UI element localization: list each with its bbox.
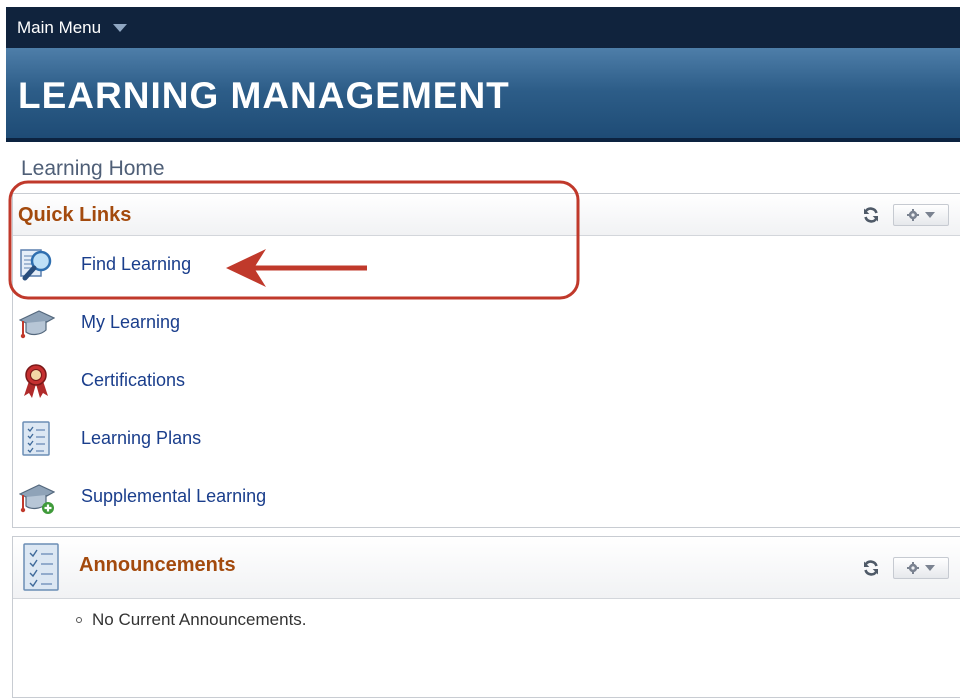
chevron-down-icon [925,564,935,571]
announcement-text: No Current Announcements. [92,610,307,629]
app-title: LEARNING MANAGEMENT [18,75,510,116]
announcements-title: Announcements [79,554,236,576]
bullet-icon [76,617,82,623]
quick-links-pagelet: Quick Links Find Learning My Learning Ce… [12,193,960,528]
learning-plans-link[interactable]: Learning Plans [81,428,201,449]
my-learning-link[interactable]: My Learning [81,312,180,333]
magnifier-document-icon [20,249,52,281]
checklist-icon [22,421,50,456]
award-ribbon-icon [24,364,48,398]
quick-link-certifications[interactable]: Certifications [13,354,513,406]
quick-link-supplemental-learning[interactable]: Supplemental Learning [13,470,513,522]
refresh-icon[interactable] [861,558,881,578]
quick-links-tools [861,204,949,226]
pagelet-settings-button[interactable] [893,557,949,579]
gear-icon [907,209,919,221]
chevron-down-icon [925,211,935,218]
pagelet-settings-button[interactable] [893,204,949,226]
graduation-cap-icon [19,310,55,339]
announcements-tools [861,557,949,579]
find-learning-link[interactable]: Find Learning [81,254,191,275]
gear-icon [907,562,919,574]
quick-link-learning-plans[interactable]: Learning Plans [13,412,513,464]
page-title: Learning Home [21,157,165,180]
banner-divider [6,138,960,142]
announcements-pagelet: Announcements No Current Announcements. [12,536,960,698]
announcement-item: No Current Announcements. [76,610,307,630]
supplemental-learning-link[interactable]: Supplemental Learning [81,486,266,507]
quick-link-find-learning[interactable]: Find Learning [13,238,513,290]
announcements-header: Announcements [13,537,960,599]
checklist-icon [23,543,59,591]
quick-links-title: Quick Links [18,204,132,226]
refresh-icon[interactable] [861,205,881,225]
certifications-link[interactable]: Certifications [81,370,185,391]
graduation-cap-plus-icon [19,484,55,514]
top-nav-bar: Main Menu [6,7,960,48]
main-menu-label: Main Menu [17,17,102,37]
quick-links-header: Quick Links [13,194,960,236]
quick-link-my-learning[interactable]: My Learning [13,296,513,348]
main-menu-button[interactable]: Main Menu [17,17,128,38]
chevron-down-icon [113,24,128,32]
app-banner: LEARNING MANAGEMENT [6,48,960,142]
